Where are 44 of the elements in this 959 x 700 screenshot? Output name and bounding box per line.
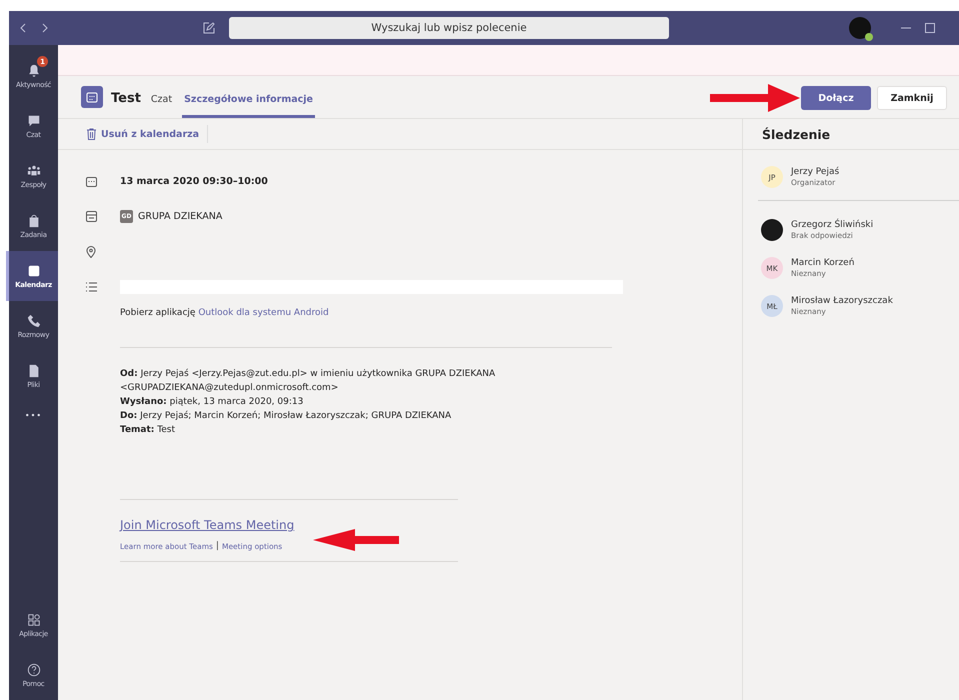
search-field[interactable]: Wyszukaj lub wpisz polecenie bbox=[229, 17, 669, 39]
attendee-name: Jerzy Pejaś bbox=[791, 167, 840, 177]
status-icon bbox=[865, 33, 873, 41]
meeting-title: Test bbox=[111, 91, 141, 108]
location-icon bbox=[86, 246, 96, 258]
tracking-title: Śledzenie bbox=[743, 119, 959, 150]
file-icon bbox=[26, 364, 40, 378]
attendee-name: Grzegorz Śliwiński bbox=[791, 220, 874, 230]
forward-icon[interactable] bbox=[41, 23, 49, 33]
help-icon bbox=[26, 662, 40, 676]
email-header: Wysłano: piątek, 13 marca 2020, 09:13 bbox=[120, 396, 304, 409]
calendar-icon bbox=[26, 264, 40, 278]
trash-icon bbox=[87, 128, 96, 140]
outlook-link[interactable]: Outlook dla systemu Android bbox=[198, 308, 329, 318]
email-header: Do: Jerzy Pejaś; Marcin Korzeń; Mirosław Łazoryszczak; GRUPA DZIEKANA bbox=[120, 410, 452, 423]
separator: | bbox=[216, 541, 219, 551]
email-header: Temat: Test bbox=[120, 424, 176, 437]
close-button[interactable]: Zamknij bbox=[877, 86, 947, 110]
attendee-name: Marcin Korzeń bbox=[791, 258, 854, 268]
join-button[interactable]: Dołącz bbox=[801, 86, 871, 110]
maximize-icon[interactable] bbox=[925, 23, 935, 33]
phone-icon bbox=[26, 314, 40, 328]
bag-icon bbox=[26, 214, 40, 228]
tab[interactable]: Czat bbox=[148, 94, 174, 118]
download-text: Pobierz aplikację Outlook dla systemu Android bbox=[120, 307, 330, 320]
chat-icon bbox=[26, 114, 40, 128]
more-button[interactable]: ••• bbox=[9, 411, 58, 420]
meeting-date: 13 marca 2020 09:30–10:00 bbox=[120, 176, 268, 187]
remove-button[interactable]: Usuń z kalendarza bbox=[87, 125, 208, 143]
join-meeting-link[interactable]: Join Microsoft Teams Meeting bbox=[120, 518, 294, 532]
calendar-icon bbox=[81, 86, 103, 108]
attendee-name: Mirosław Łazoryszczak bbox=[791, 296, 893, 306]
compose-icon[interactable] bbox=[203, 22, 215, 34]
tab[interactable]: Szczegółowe informacje bbox=[182, 94, 315, 118]
calendar-icon bbox=[86, 176, 97, 187]
avatar-photo bbox=[761, 219, 783, 241]
bell-icon bbox=[26, 64, 40, 78]
channel-name: GRUPA DZIEKANA bbox=[138, 211, 222, 222]
list-icon bbox=[86, 282, 97, 292]
apps-icon bbox=[26, 612, 40, 626]
back-icon[interactable] bbox=[19, 23, 27, 33]
people-icon bbox=[26, 164, 40, 178]
channel-icon bbox=[86, 211, 97, 222]
avatar-photo[interactable] bbox=[849, 17, 871, 39]
